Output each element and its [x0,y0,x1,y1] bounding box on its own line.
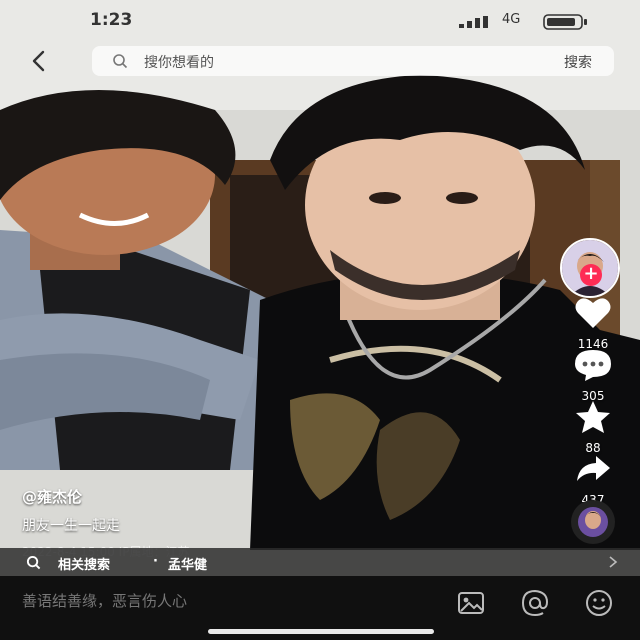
heart-icon[interactable] [574,296,612,330]
search-icon [26,555,41,570]
music-disc[interactable] [557,498,629,546]
author-name[interactable]: @雍杰伦 [22,486,462,507]
comment-action[interactable]: 305 [560,348,626,403]
like-action[interactable]: 1146 [560,296,626,351]
star-icon[interactable] [574,400,612,434]
network-label: 4G [502,12,521,27]
home-indicator [208,629,434,634]
comment-input[interactable]: 善语结善缘，恶言伤人心 [22,590,187,611]
status-bar: 1:23 4G [0,0,640,44]
chevron-right-icon[interactable] [608,555,618,569]
search-icon [113,54,128,69]
back-arrow-icon[interactable] [26,48,52,74]
search-placeholder[interactable]: 搜你想看的 [144,52,214,72]
follow-plus-button[interactable]: + [580,264,602,286]
status-time: 1:23 [90,10,133,30]
video-description: 朋友一生一起走 [22,518,120,534]
related-separator: · [153,554,158,569]
favorite-action[interactable]: 88 [560,400,626,455]
battery-icon [543,14,587,30]
related-search-label: 相关搜索 [58,558,111,573]
share-icon[interactable] [574,452,612,486]
image-icon[interactable] [456,588,486,618]
related-search-bar[interactable]: 相关搜索 · 孟华健 [0,548,640,576]
top-bar: 搜你想看的 搜索 [0,44,640,80]
search-box[interactable]: 搜你想看的 搜索 [92,46,614,76]
comment-icon[interactable] [573,348,613,382]
signal-icon [459,16,488,28]
emoji-icon[interactable] [584,588,614,618]
at-icon[interactable] [520,588,550,618]
search-button[interactable]: 搜索 [564,52,592,72]
comment-bar: 善语结善缘，恶言伤人心 [0,576,640,640]
related-search-term[interactable]: 孟华健 [168,554,207,573]
